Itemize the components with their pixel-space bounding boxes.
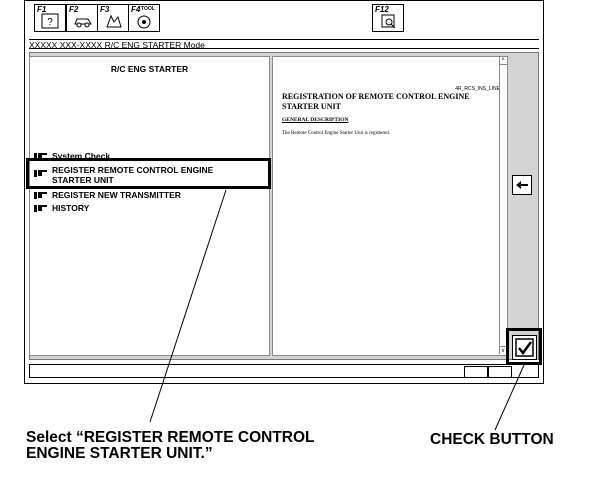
callout-line-right [494,364,525,431]
callout-check-button: CHECK BUTTON [430,431,554,448]
callout-select-instruction: Select “REGISTER REMOTE CONTROL ENGINE S… [26,429,315,462]
callout-lines [149,189,525,431]
callout-line-left [149,189,227,423]
